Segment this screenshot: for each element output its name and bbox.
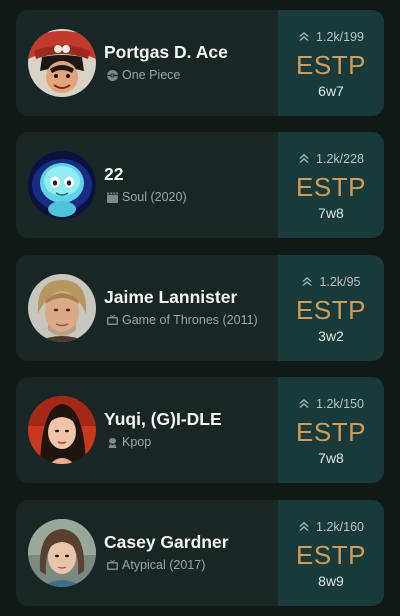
vote-count-label: 1.2k/150 (316, 397, 364, 411)
vote-count: 1.2k/150 (278, 397, 384, 411)
personality-type: ESTP (296, 172, 366, 202)
profile-info[interactable]: Yuqi, (G)I-DLE Kpop (16, 377, 278, 483)
source-label: Soul (2020) (122, 190, 187, 204)
vote-count: 1.2k/160 (278, 520, 384, 534)
profile-info[interactable]: Portgas D. Ace One Piece (16, 10, 278, 116)
profile-card[interactable]: Casey Gardner Atypical (2017) 1.2k/160 E… (16, 500, 384, 606)
kpop-icon (106, 436, 119, 449)
profile-name: Jaime Lannister (104, 287, 238, 307)
movie-icon (106, 191, 119, 204)
profile-card[interactable]: Yuqi, (G)I-DLE Kpop 1.2k/150 ESTP 7w8 (16, 377, 384, 483)
enneagram-type: 8w9 (318, 573, 344, 589)
profile-source: Game of Thrones (2011) (106, 313, 258, 327)
profile-source: Kpop (106, 435, 151, 449)
source-label: Atypical (2017) (122, 558, 206, 572)
personality-panel[interactable]: 1.2k/228 ESTP 7w8 (278, 132, 384, 238)
profile-card[interactable]: 22 Soul (2020) 1.2k/228 ESTP 7w8 (16, 132, 384, 238)
vote-icon (299, 399, 310, 408)
personality-type: ESTP (296, 295, 366, 325)
profile-name: 22 (104, 164, 124, 184)
profile-name: Portgas D. Ace (104, 42, 228, 62)
personality-panel[interactable]: 1.2k/160 ESTP 8w9 (278, 500, 384, 606)
avatar (28, 151, 96, 219)
profile-source: Soul (2020) (106, 190, 187, 204)
enneagram-type: 3w2 (318, 328, 344, 344)
personality-type: ESTP (296, 50, 366, 80)
personality-panel[interactable]: 1.2k/95 ESTP 3w2 (278, 255, 384, 361)
avatar (28, 29, 96, 97)
source-label: Kpop (122, 435, 152, 449)
vote-icon (299, 32, 310, 41)
personality-type: ESTP (296, 417, 366, 447)
enneagram-type: 6w7 (318, 83, 344, 99)
profile-card[interactable]: Jaime Lannister Game of Thrones (2011) 1… (16, 255, 384, 361)
enneagram-type: 7w8 (318, 205, 344, 221)
avatar (28, 274, 96, 342)
vote-count-label: 1.2k/228 (316, 152, 364, 166)
vote-count-label: 1.2k/95 (319, 275, 361, 289)
profile-source: One Piece (106, 68, 180, 82)
tv-icon (106, 559, 119, 572)
profile-info[interactable]: Casey Gardner Atypical (2017) (16, 500, 278, 606)
personality-panel[interactable]: 1.2k/199 ESTP 6w7 (278, 10, 384, 116)
vote-count-label: 1.2k/160 (316, 520, 364, 534)
avatar (28, 396, 96, 464)
profile-name: Yuqi, (G)I-DLE (104, 409, 222, 429)
profile-info[interactable]: 22 Soul (2020) (16, 132, 278, 238)
profile-source: Atypical (2017) (106, 558, 205, 572)
profile-info[interactable]: Jaime Lannister Game of Thrones (2011) (16, 255, 278, 361)
vote-icon (299, 522, 310, 531)
personality-panel[interactable]: 1.2k/150 ESTP 7w8 (278, 377, 384, 483)
source-label: One Piece (122, 68, 181, 82)
vote-count-label: 1.2k/199 (316, 30, 364, 44)
enneagram-type: 7w8 (318, 450, 344, 466)
profile-list: Portgas D. Ace One Piece 1.2k/199 ESTP 6… (0, 0, 400, 616)
vote-count: 1.2k/199 (278, 30, 384, 44)
profile-card[interactable]: Portgas D. Ace One Piece 1.2k/199 ESTP 6… (16, 10, 384, 116)
vote-icon (299, 154, 310, 163)
personality-type: ESTP (296, 540, 366, 570)
source-label: Game of Thrones (2011) (122, 313, 258, 327)
vote-icon (302, 277, 313, 286)
vote-count: 1.2k/228 (278, 152, 384, 166)
avatar (28, 519, 96, 587)
anime-icon (106, 69, 119, 82)
vote-count: 1.2k/95 (278, 275, 384, 289)
profile-name: Casey Gardner (104, 532, 229, 552)
tv-icon (106, 314, 119, 327)
